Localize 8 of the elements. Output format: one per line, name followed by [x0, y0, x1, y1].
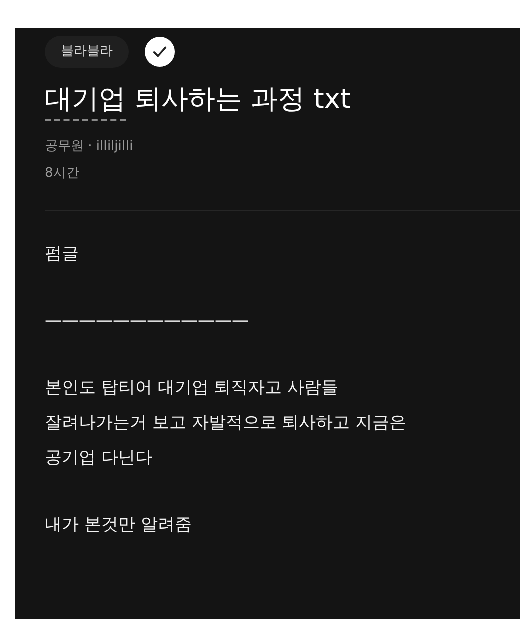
author-line: 공무원 · ilIiljiIIi: [45, 138, 134, 156]
post-title: 대기업 퇴사하는 과정 txt: [45, 82, 520, 121]
post-time: 8시간: [45, 165, 80, 184]
paragraph: 펌글: [45, 242, 80, 266]
paragraph: 본인도 탑티어 대기업 퇴직자고 사람들 잘려나가는거 보고 자발적으로 퇴사하고 지금은 공기업 다닌다: [45, 376, 408, 470]
category-tag[interactable]: 블라블라: [45, 36, 129, 68]
paragraph: ————————————: [45, 310, 250, 333]
paragraph: 내가 본것만 알려줌: [45, 514, 193, 537]
